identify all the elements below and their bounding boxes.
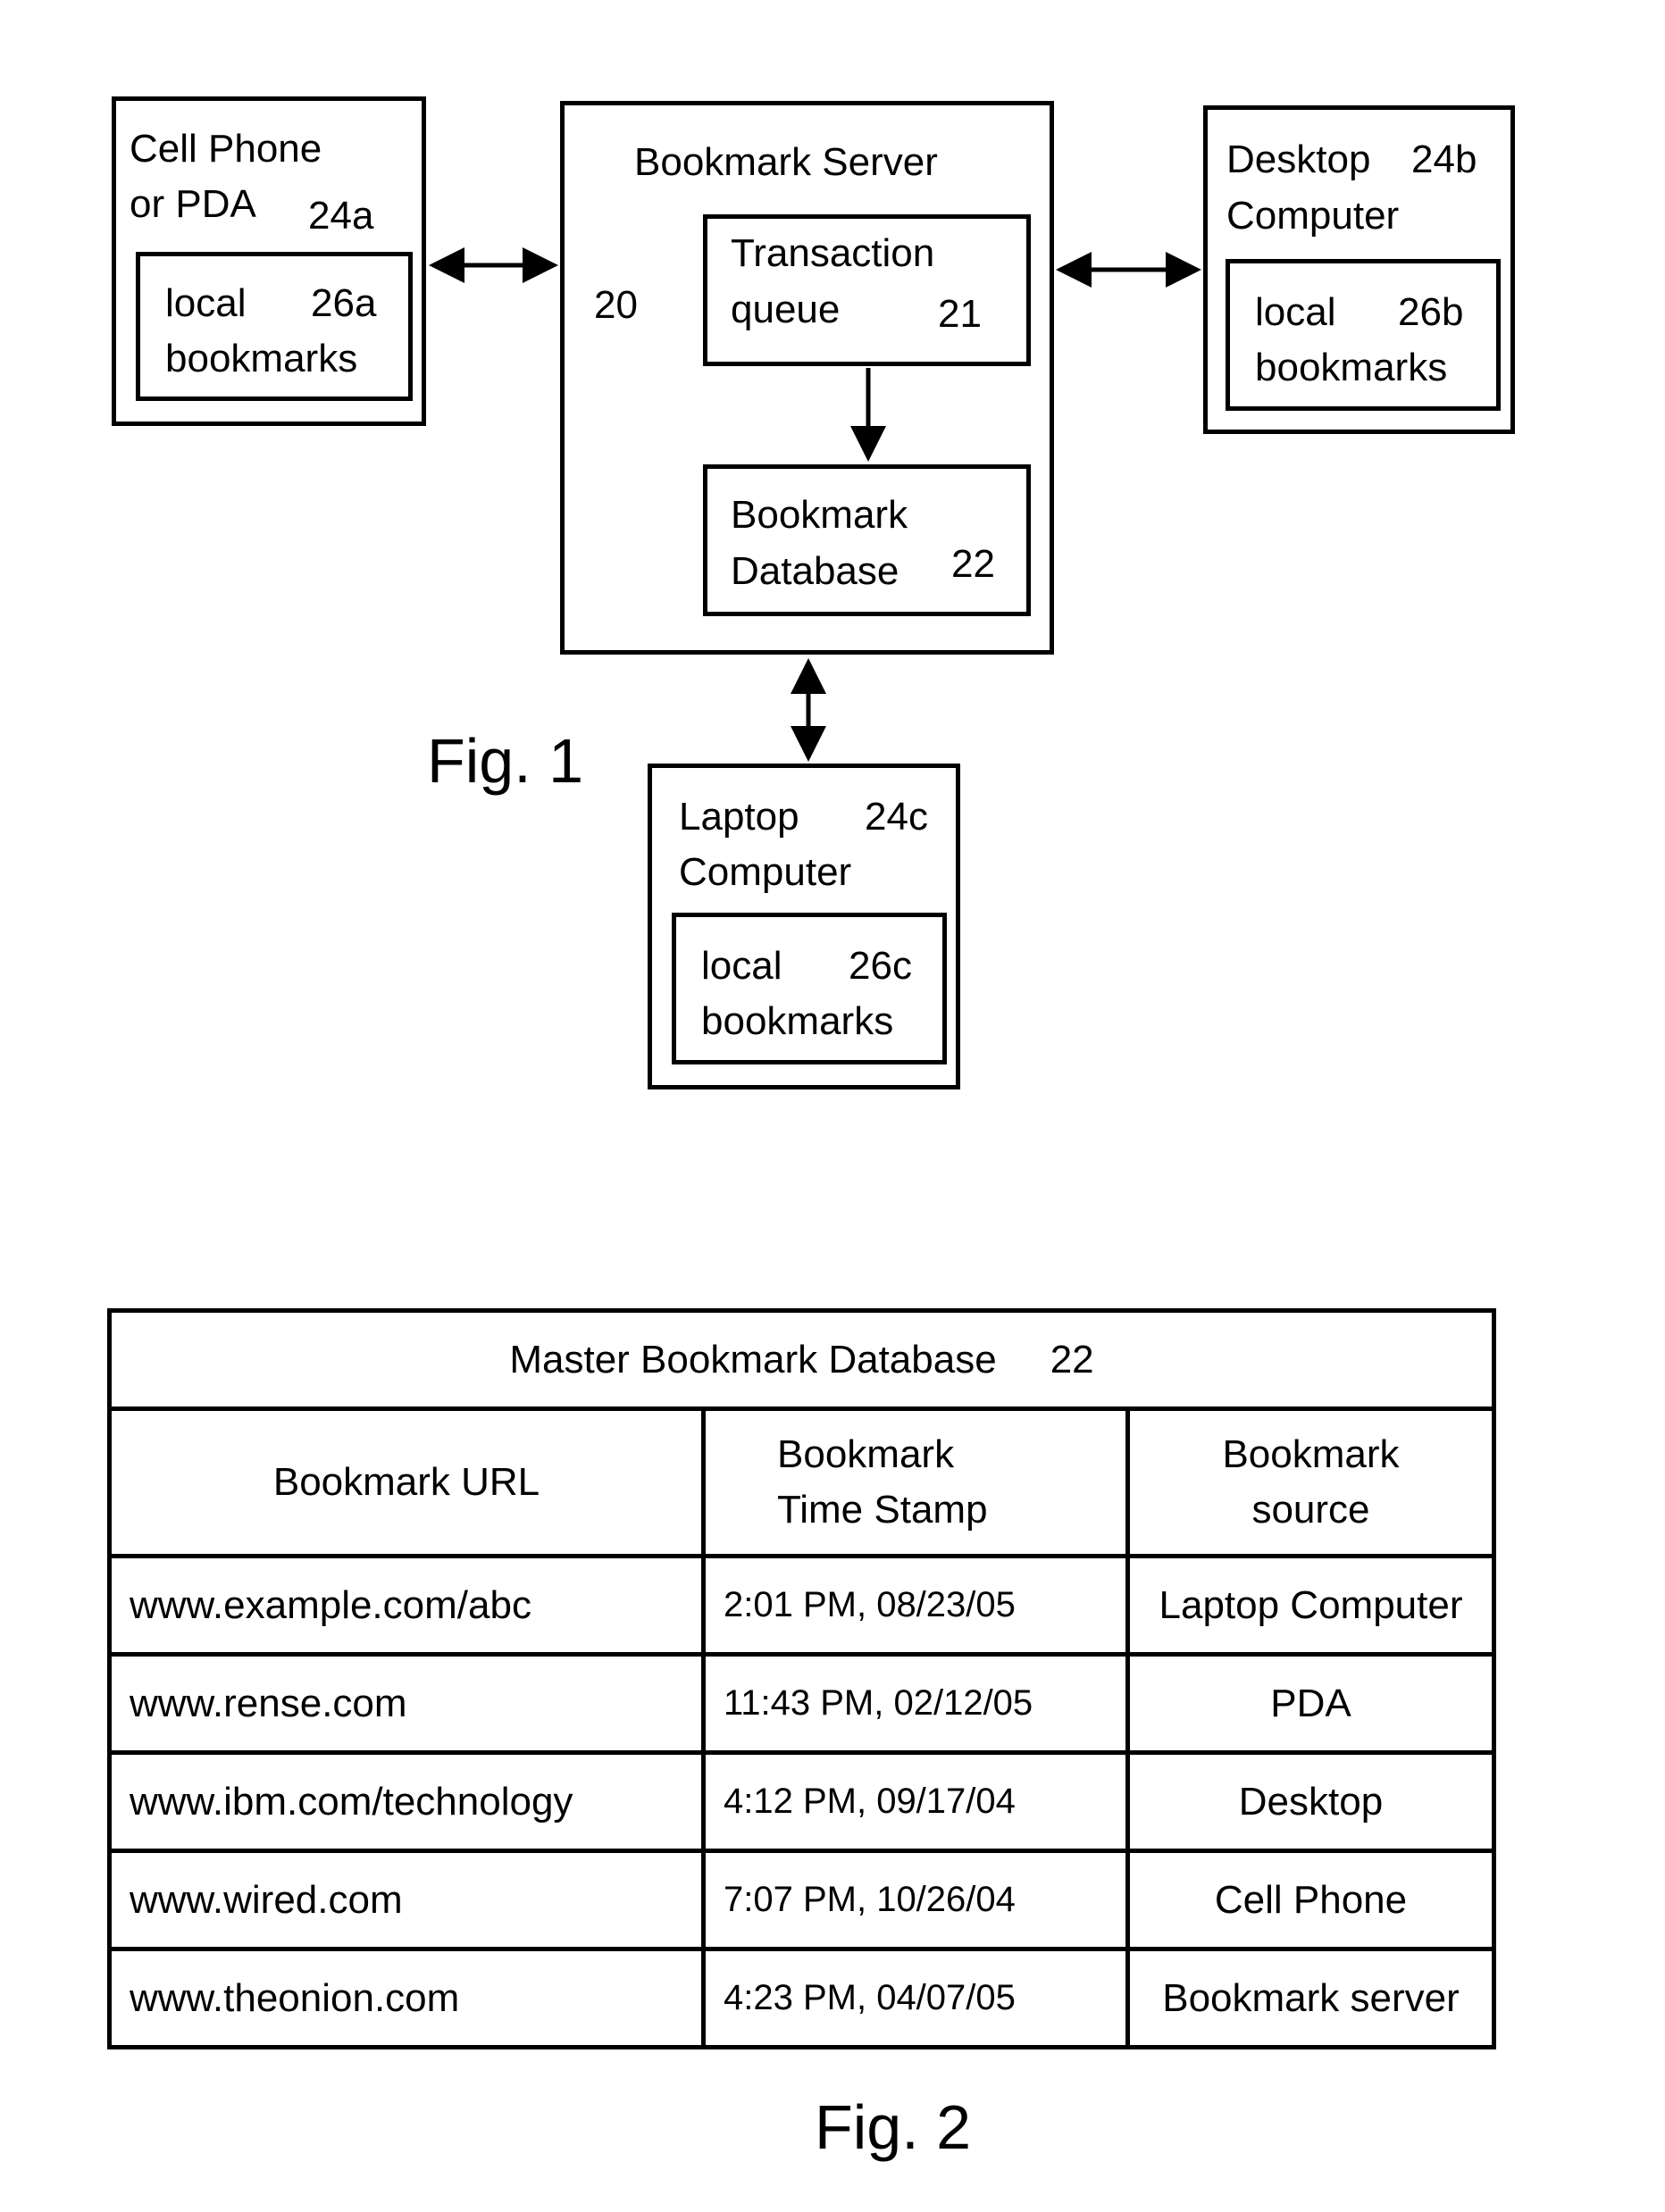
cell-source: Laptop Computer: [1125, 1554, 1496, 1657]
figure-2-caption: Fig. 2: [815, 2092, 972, 2162]
master-bookmark-database-table: Master Bookmark Database 22 Bookmark URL …: [107, 1308, 1496, 2049]
table-row: www.theonion.com 4:23 PM, 04/07/05 Bookm…: [107, 1947, 1496, 2049]
cell-timestamp: 4:12 PM, 09/17/04: [701, 1750, 1130, 1853]
table-row: www.ibm.com/technology 4:12 PM, 09/17/04…: [107, 1750, 1496, 1853]
header-source: Bookmark source: [1125, 1406, 1496, 1558]
cell-timestamp: 4:23 PM, 04/07/05: [701, 1947, 1130, 2049]
local-bookmarks-26c-label: local: [701, 944, 782, 988]
desktop-label: Desktop: [1226, 138, 1371, 181]
cell-timestamp: 7:07 PM, 10/26/04: [701, 1849, 1130, 1951]
cell-source: Cell Phone: [1125, 1849, 1496, 1951]
cell-url: www.example.com/abc: [107, 1554, 706, 1657]
transaction-queue-ref: 21: [938, 292, 982, 336]
table-row: www.rense.com 11:43 PM, 02/12/05 PDA: [107, 1652, 1496, 1755]
laptop-label-2: Computer: [679, 850, 852, 894]
table-title-ref: 22: [1050, 1337, 1094, 1381]
cell-url: www.wired.com: [107, 1849, 706, 1951]
cell-source: Desktop: [1125, 1750, 1496, 1853]
local-bookmarks-26a-label-2: bookmarks: [165, 337, 358, 380]
local-bookmarks-26b-ref: 26b: [1398, 290, 1464, 334]
cell-url: www.rense.com: [107, 1652, 706, 1755]
cell-phone-ref: 24a: [308, 194, 374, 238]
header-time-stamp-line2: Time Stamp: [777, 1488, 988, 1532]
laptop-ref: 24c: [865, 795, 928, 839]
table-title-cell: Master Bookmark Database 22: [107, 1308, 1496, 1411]
cell-source: PDA: [1125, 1652, 1496, 1755]
bookmark-server-ref: 20: [594, 283, 638, 327]
header-source-line1: Bookmark: [1222, 1432, 1400, 1477]
header-bookmark-url: Bookmark URL: [107, 1406, 706, 1558]
figure-1-caption: Fig. 1: [427, 726, 584, 796]
bookmark-server-title: Bookmark Server: [634, 140, 938, 184]
cell-timestamp: 2:01 PM, 08/23/05: [701, 1554, 1130, 1657]
local-bookmarks-26c-ref: 26c: [849, 944, 912, 988]
local-bookmarks-26c-label-2: bookmarks: [701, 999, 894, 1043]
local-bookmarks-26a-ref: 26a: [311, 281, 377, 325]
cell-source: Bookmark server: [1125, 1947, 1496, 2049]
local-bookmarks-26b-label: local: [1255, 290, 1336, 334]
local-bookmarks-26a-label: local: [165, 281, 247, 325]
laptop-label: Laptop: [679, 795, 799, 839]
cell-phone-label: Cell Phone: [130, 127, 322, 171]
desktop-label-2: Computer: [1226, 194, 1400, 238]
bookmark-database-box: [703, 464, 1031, 616]
header-source-line2: source: [1251, 1488, 1370, 1532]
local-bookmarks-26b-label-2: bookmarks: [1255, 346, 1448, 389]
bookmark-database-ref: 22: [951, 542, 995, 586]
transaction-queue-label: Transaction: [731, 231, 935, 275]
cell-url: www.theonion.com: [107, 1947, 706, 2049]
table-row: www.wired.com 7:07 PM, 10/26/04 Cell Pho…: [107, 1849, 1496, 1951]
header-time-stamp: Bookmark Time Stamp: [701, 1406, 1130, 1558]
transaction-queue-label-2: queue: [731, 288, 841, 331]
bookmark-database-label-2: Database: [731, 549, 899, 593]
desktop-ref: 24b: [1411, 138, 1477, 181]
table-row: www.example.com/abc 2:01 PM, 08/23/05 La…: [107, 1554, 1496, 1657]
cell-phone-label-2: or PDA: [130, 182, 256, 226]
header-time-stamp-line1: Bookmark: [777, 1432, 955, 1477]
table-title: Master Bookmark Database: [509, 1337, 997, 1381]
bookmark-database-label: Bookmark: [731, 493, 908, 537]
cell-timestamp: 11:43 PM, 02/12/05: [701, 1652, 1130, 1755]
cell-url: www.ibm.com/technology: [107, 1750, 706, 1853]
